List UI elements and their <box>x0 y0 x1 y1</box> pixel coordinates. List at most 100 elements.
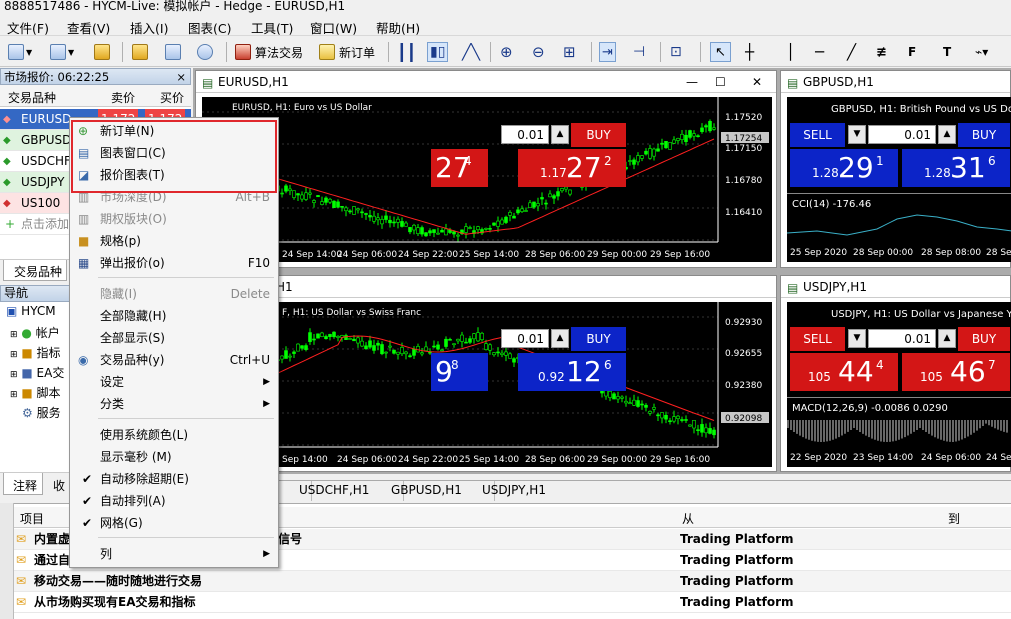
new-chart-button[interactable]: ▼ <box>8 42 32 62</box>
lot-up-icon[interactable]: ▲ <box>938 329 956 348</box>
table-row[interactable]: ✉ 移动交易——随时随地进行交易 Trading Platform <box>14 571 1011 592</box>
tab-notes[interactable]: 注释 <box>3 473 43 495</box>
menu-view[interactable]: 查看(V) <box>67 18 110 37</box>
tab-gbpusd[interactable]: GBPUSD,H1 <box>381 481 462 501</box>
menu-item-columns[interactable]: 列 ▶ <box>70 543 278 565</box>
tree-item-indicators[interactable]: ⊞ ■ 指标 <box>10 344 61 361</box>
lot-input[interactable]: 0.01 <box>868 329 936 348</box>
channel-button[interactable]: ≢ <box>876 42 887 62</box>
trendline-button[interactable]: ╱ <box>847 42 856 62</box>
buy-button[interactable]: BUY <box>571 123 626 147</box>
lot-up-icon[interactable]: ▲ <box>551 125 569 144</box>
profiles-button[interactable]: ▼ <box>50 42 74 62</box>
column-bid[interactable]: 卖价 <box>111 89 135 106</box>
tree-root[interactable]: ▣ HYCM <box>6 304 56 318</box>
menu-item-popup-prices[interactable]: ▦ 弹出报价(o) F10 <box>70 252 278 274</box>
menu-item-milliseconds[interactable]: 显示毫秒 (M) <box>70 446 278 468</box>
menu-tools[interactable]: 工具(T) <box>251 18 293 37</box>
maximize-icon[interactable]: ☐ <box>715 71 726 93</box>
chart-shift-button[interactable]: ⊣ <box>633 42 645 62</box>
crosshair-button[interactable]: ┼ <box>745 42 754 62</box>
tab-symbols[interactable]: 交易品种 <box>3 260 67 281</box>
tab-favorites[interactable]: 收 <box>53 477 65 494</box>
menu-item-sets[interactable]: 设定 ▶ <box>70 371 278 393</box>
buy-price-box[interactable]: 1.17 27 2 <box>518 149 626 187</box>
chart-window-usdjpy[interactable]: ▤ USDJPY,H1 USDJPY, H1: US Dollar vs Jap… <box>780 275 1011 472</box>
column-from[interactable]: 从 <box>682 510 694 527</box>
buy-price-box[interactable]: 0.92 12 6 <box>518 353 626 391</box>
buy-button[interactable]: BUY <box>958 327 1010 351</box>
column-ask[interactable]: 买价 <box>160 89 184 106</box>
column-symbol[interactable]: 交易品种 <box>8 89 56 106</box>
menu-item-hide[interactable]: 隐藏(I) Delete <box>70 283 278 305</box>
menu-help[interactable]: 帮助(H) <box>376 18 420 37</box>
algo-trading-button[interactable]: 算法交易 <box>235 42 303 62</box>
buy-price-box[interactable]: 1.28 31 6 <box>902 149 1010 187</box>
tile-windows-button[interactable]: ⊞ <box>563 42 576 62</box>
line-chart-button[interactable]: ╱╲ <box>462 42 480 62</box>
shapes-button[interactable]: ⌁▾ <box>975 42 988 62</box>
lot-input[interactable]: 0.01 <box>501 329 549 348</box>
tree-item-experts[interactable]: ⊞ ■ EA交 <box>10 364 64 381</box>
chart-window-usdchf[interactable]: H1 0.92930 0.92655 0.92380 0.92098 Sep 1… <box>195 275 777 472</box>
lot-input[interactable]: 0.01 <box>501 125 549 144</box>
buy-button[interactable]: BUY <box>958 123 1010 147</box>
menu-item-hide-all[interactable]: 全部隐藏(H) <box>70 305 278 327</box>
sell-price-box[interactable]: 27 4 <box>431 149 488 187</box>
lot-input[interactable]: 0.01 <box>868 125 936 144</box>
indicators-button[interactable]: ⊡ <box>670 42 682 62</box>
sell-price-box[interactable]: 105 44 4 <box>790 353 898 391</box>
menu-item-option-board[interactable]: ▥ 期权版块(O) <box>70 208 278 230</box>
sell-price-box[interactable]: 9 8 <box>431 353 488 391</box>
lot-up-icon[interactable]: ▲ <box>938 125 956 144</box>
cursor-button[interactable]: ↖ <box>710 42 731 62</box>
tree-item-accounts[interactable]: ⊞ ● 帐户 <box>10 324 60 341</box>
chart-window-eurusd[interactable]: ▤ EURUSD,H1 — ☐ ✕ 1.17520 1.17150 1.1678… <box>195 70 777 268</box>
menu-window[interactable]: 窗口(W) <box>310 18 357 37</box>
close-icon[interactable]: × <box>176 69 186 85</box>
tab-usdjpy[interactable]: USDJPY,H1 <box>472 481 546 501</box>
table-row[interactable]: ✉ 从市场购买现有EA交易和指标 Trading Platform <box>14 592 1011 613</box>
column-item[interactable]: 项目 <box>20 510 44 527</box>
menu-item-grid[interactable]: ✔ 网格(G) <box>70 512 278 534</box>
zoom-in-button[interactable]: ⊕ <box>500 42 513 62</box>
menu-item-auto-arrange[interactable]: ✔ 自动排列(A) <box>70 490 278 512</box>
menu-item-show-all[interactable]: 全部显示(S) <box>70 327 278 349</box>
menu-item-specification[interactable]: ■ 规格(p) <box>70 230 278 252</box>
zoom-out-button[interactable]: ⊖ <box>532 42 545 62</box>
lot-down-icon[interactable]: ▼ <box>848 125 866 144</box>
bar-chart-button[interactable]: ┃┃ <box>397 42 416 62</box>
sell-button[interactable]: SELL <box>790 327 845 351</box>
minimize-icon[interactable]: — <box>686 71 698 93</box>
menu-item-symbols[interactable]: ◉ 交易品种(y) Ctrl+U <box>70 349 278 371</box>
lot-down-icon[interactable]: ▼ <box>848 329 866 348</box>
chart-window-gbpusd[interactable]: ▤ GBPUSD,H1 GBPUSD, H1: British Pound vs… <box>780 70 1011 268</box>
tree-item-scripts[interactable]: ⊞ ■ 脚本 <box>10 384 61 401</box>
signals-button[interactable] <box>197 42 213 62</box>
tree-item-services[interactable]: ⚙ 服务 <box>22 404 61 421</box>
tab-usdchf[interactable]: USDCHF,H1 <box>289 481 369 501</box>
new-order-button[interactable]: 新订单 <box>319 42 375 62</box>
buy-price-box[interactable]: 105 46 7 <box>902 353 1010 391</box>
menu-charts[interactable]: 图表(C) <box>188 18 231 37</box>
menu-item-auto-remove[interactable]: ✔ 自动移除超期(E) <box>70 468 278 490</box>
vertical-line-button[interactable]: │ <box>786 42 795 62</box>
horizontal-line-button[interactable]: ─ <box>815 42 824 62</box>
navigator-button[interactable] <box>132 42 148 62</box>
menu-item-sort[interactable]: 分类 ▶ <box>70 393 278 415</box>
text-button[interactable]: T <box>943 42 951 62</box>
fibonacci-button[interactable]: F <box>908 42 916 62</box>
sell-button[interactable]: SELL <box>790 123 845 147</box>
terminal-button[interactable] <box>165 42 181 62</box>
candlestick-button[interactable]: ▮▯ <box>427 42 449 62</box>
auto-scroll-button[interactable]: ⇥ <box>599 42 616 62</box>
close-icon[interactable]: ✕ <box>752 71 762 93</box>
menu-file[interactable]: 文件(F) <box>7 18 49 37</box>
lot-up-icon[interactable]: ▲ <box>551 329 569 348</box>
column-to[interactable]: 到 <box>948 510 960 527</box>
menu-insert[interactable]: 插入(I) <box>130 18 168 37</box>
buy-button[interactable]: BUY <box>571 327 626 351</box>
sell-price-box[interactable]: 1.28 29 1 <box>790 149 898 187</box>
menu-item-system-colors[interactable]: 使用系统颜色(L) <box>70 424 278 446</box>
market-watch-button[interactable] <box>94 42 110 62</box>
